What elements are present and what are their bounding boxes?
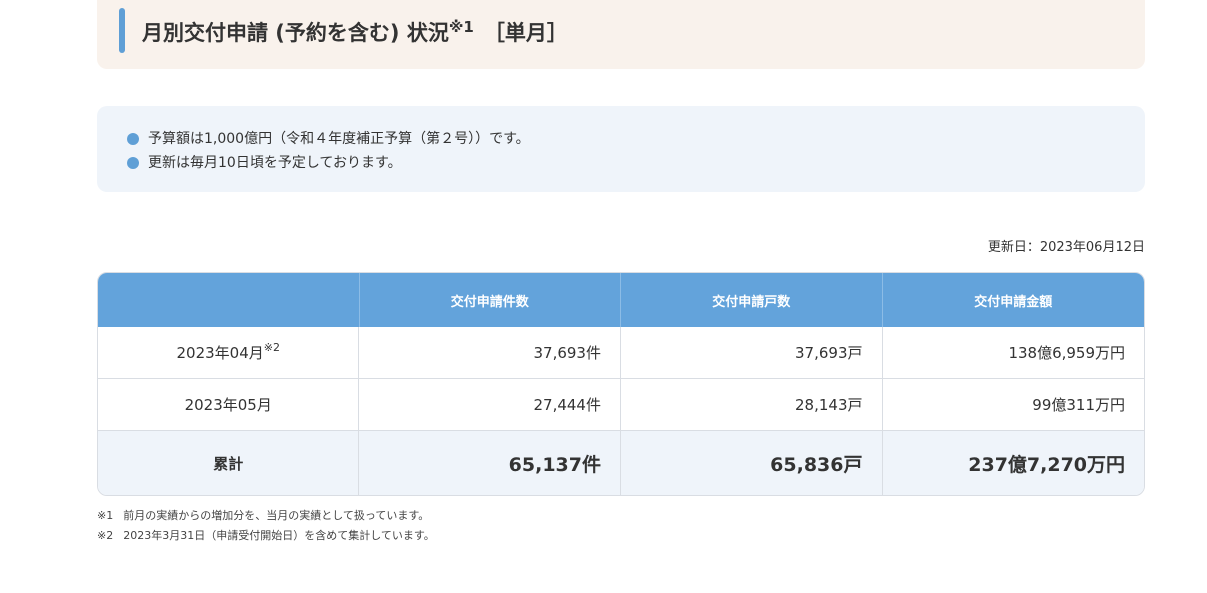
total-count: 65,137件 (359, 431, 621, 495)
footnotes: ※1 前月の実績からの増加分を、当月の実績として扱っています。 ※2 2023年3月… (97, 506, 435, 546)
table-header-count: 交付申請件数 (359, 273, 621, 327)
heading-accent-bar (119, 8, 125, 53)
row-count: 37,693件 (359, 327, 621, 379)
row-units: 37,693戸 (620, 327, 883, 379)
heading-card: 月別交付申請 (予約を含む) 状況※1 ［単月］ (97, 0, 1145, 69)
notes-list: 予算額は1,000億円（令和４年度補正予算（第２号））です。 更新は毎月10日頃… (127, 127, 530, 175)
row-units: 28,143戸 (620, 379, 883, 431)
footnote-mark: ※2 (97, 529, 114, 542)
table-header-amount: 交付申請金額 (882, 273, 1144, 327)
table-total-row: 累計 65,137件 65,836戸 237億7,270万円 (98, 431, 1144, 495)
footnote-mark: ※1 (97, 509, 114, 522)
total-units: 65,836戸 (620, 431, 883, 495)
footnote-item: ※2 2023年3月31日（申請受付開始日）を含めて集計しています。 (97, 526, 435, 546)
row-month-note: ※2 (263, 341, 280, 354)
footnote-item: ※1 前月の実績からの増加分を、当月の実績として扱っています。 (97, 506, 435, 526)
bullet-dot-icon (127, 157, 139, 169)
table-row: 2023年05月 27,444件 28,143戸 99億311万円 (98, 379, 1144, 431)
row-amount: 138億6,959万円 (882, 327, 1144, 379)
table-header-empty (98, 273, 360, 327)
row-month: 2023年05月 (184, 396, 272, 414)
application-status-table: 交付申請件数 交付申請戸数 交付申請金額 2023年04月 ※2 37,693件 … (97, 272, 1145, 496)
update-date: 更新日：2023年06月12日 (987, 240, 1145, 255)
total-label: 累計 (98, 431, 360, 495)
row-count: 27,444件 (359, 379, 621, 431)
note-item: 更新は毎月10日頃を予定しております。 (127, 151, 530, 175)
table-header-row: 交付申請件数 交付申請戸数 交付申請金額 (98, 273, 1144, 327)
row-month-cell: 2023年04月 ※2 (98, 327, 360, 379)
footnote-text: 2023年3月31日（申請受付開始日）を含めて集計しています。 (123, 529, 435, 542)
row-month-cell: 2023年05月 (98, 379, 360, 431)
row-month: 2023年04月 (176, 344, 264, 362)
note-text: 更新は毎月10日頃を予定しております。 (148, 155, 402, 171)
page-title: 月別交付申請 (予約を含む) 状況※1 ［単月］ (142, 17, 568, 47)
bullet-dot-icon (127, 133, 139, 145)
page-title-suffix: ［単月］ (483, 21, 568, 45)
footnote-text: 前月の実績からの増加分を、当月の実績として扱っています。 (123, 509, 430, 522)
page-title-text: 月別交付申請 (予約を含む) 状況 (142, 21, 449, 45)
table-header-units: 交付申請戸数 (621, 273, 883, 327)
page-title-note: ※1 (448, 18, 474, 36)
total-amount: 237億7,270万円 (882, 431, 1144, 495)
note-item: 予算額は1,000億円（令和４年度補正予算（第２号））です。 (127, 127, 530, 151)
table-row: 2023年04月 ※2 37,693件 37,693戸 138億6,959万円 (98, 327, 1144, 379)
row-amount: 99億311万円 (882, 379, 1144, 431)
note-text: 予算額は1,000億円（令和４年度補正予算（第２号））です。 (148, 131, 530, 147)
notes-card: 予算額は1,000億円（令和４年度補正予算（第２号））です。 更新は毎月10日頃… (97, 106, 1145, 192)
